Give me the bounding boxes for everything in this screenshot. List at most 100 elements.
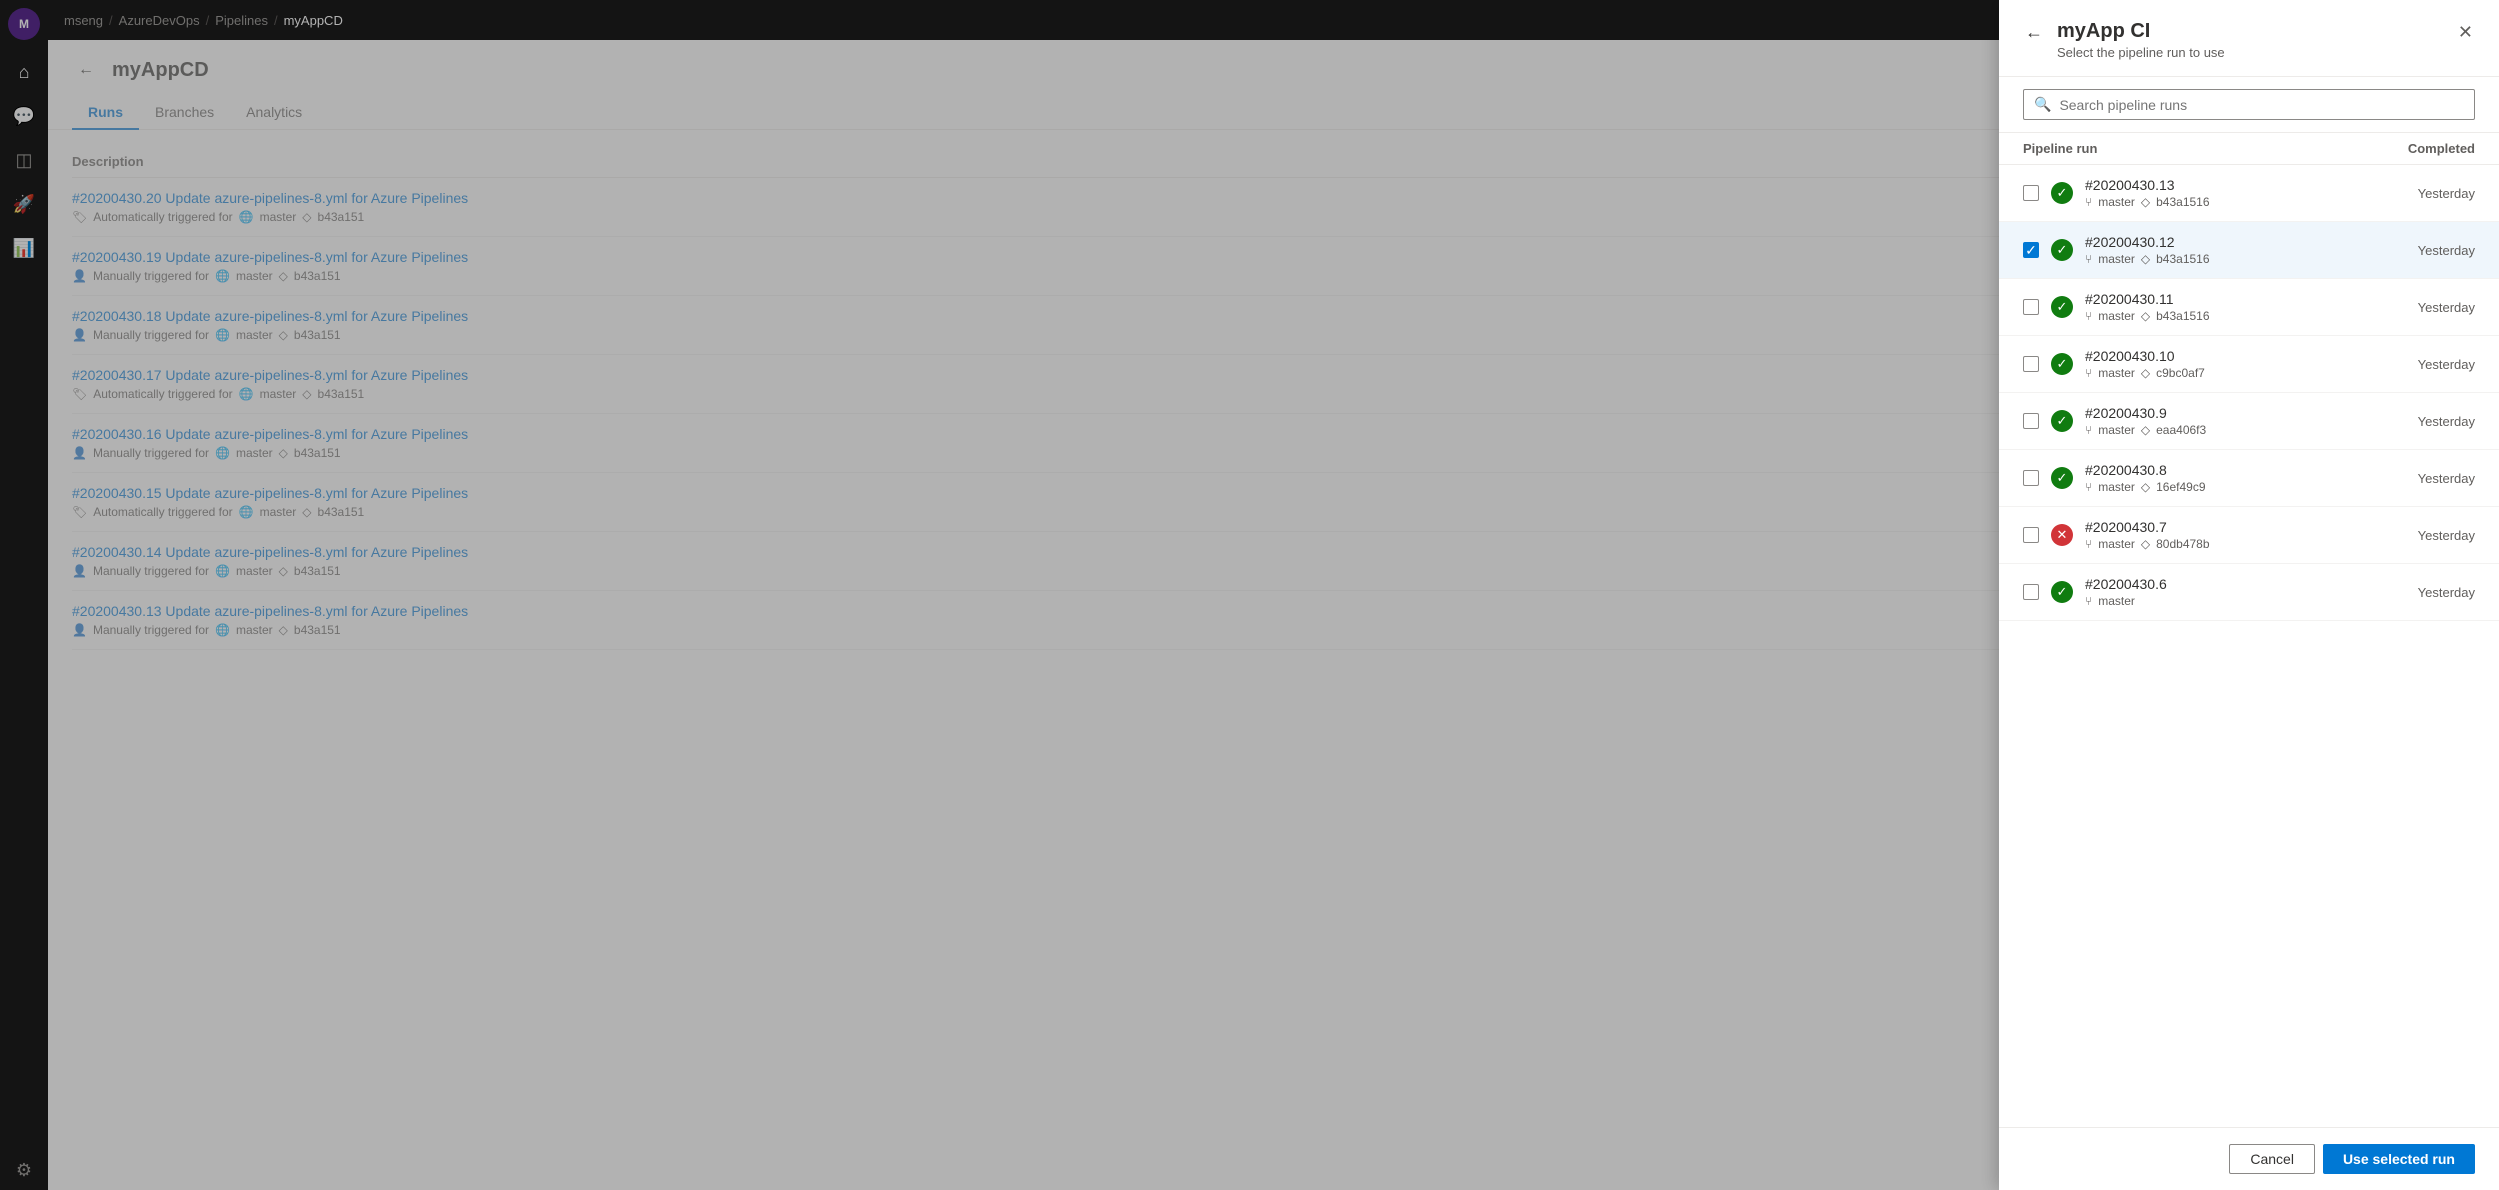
- modal-subtitle: Select the pipeline run to use: [2057, 45, 2456, 60]
- commit-icon: ◇: [2141, 366, 2150, 380]
- run-branch: master: [2098, 423, 2135, 437]
- branch-icon: ⑂: [2085, 366, 2092, 380]
- run-checkbox[interactable]: [2023, 527, 2039, 543]
- run-meta: ⑂ master ◇ b43a1516: [2085, 195, 2363, 209]
- run-checkbox[interactable]: [2023, 470, 2039, 486]
- run-status-success-icon: ✓: [2051, 239, 2073, 261]
- run-number: #20200430.7: [2085, 519, 2363, 535]
- run-list-item[interactable]: ✓ ✓ #20200430.12 ⑂ master ◇ b43a1516 Yes…: [1999, 222, 2499, 279]
- run-meta: ⑂ master ◇ c9bc0af7: [2085, 366, 2363, 380]
- run-status-success-icon: ✓: [2051, 581, 2073, 603]
- run-branch: master: [2098, 594, 2135, 608]
- run-meta: ⑂ master ◇ 80db478b: [2085, 537, 2363, 551]
- modal-panel: ← myApp CI Select the pipeline run to us…: [1999, 40, 2499, 1190]
- run-completed: Yesterday: [2375, 471, 2475, 486]
- modal-search-container: 🔍: [1999, 77, 2499, 133]
- run-meta: ⑂ master ◇ 16ef49c9: [2085, 480, 2363, 494]
- run-status-success-icon: ✓: [2051, 182, 2073, 204]
- use-selected-run-button[interactable]: Use selected run: [2323, 1144, 2475, 1174]
- run-commit: eaa406f3: [2156, 423, 2206, 437]
- run-list-item[interactable]: ✓ #20200430.9 ⑂ master ◇ eaa406f3 Yester…: [1999, 393, 2499, 450]
- content-area: ← myAppCD Runs Branches Analytics Descri…: [48, 40, 2499, 1190]
- commit-icon: ◇: [2141, 423, 2150, 437]
- run-number: #20200430.12: [2085, 234, 2363, 250]
- run-number: #20200430.10: [2085, 348, 2363, 364]
- run-info: #20200430.7 ⑂ master ◇ 80db478b: [2085, 519, 2363, 551]
- run-commit: b43a1516: [2156, 309, 2209, 323]
- branch-icon: ⑂: [2085, 423, 2092, 437]
- run-list-item[interactable]: ✓ #20200430.8 ⑂ master ◇ 16ef49c9 Yester…: [1999, 450, 2499, 507]
- run-info: #20200430.9 ⑂ master ◇ eaa406f3: [2085, 405, 2363, 437]
- run-info: #20200430.6 ⑂ master: [2085, 576, 2363, 608]
- run-completed: Yesterday: [2375, 357, 2475, 372]
- commit-icon: ◇: [2141, 195, 2150, 209]
- run-list-item[interactable]: ✕ #20200430.7 ⑂ master ◇ 80db478b Yester…: [1999, 507, 2499, 564]
- run-checkbox[interactable]: [2023, 356, 2039, 372]
- run-list-item[interactable]: ✓ #20200430.10 ⑂ master ◇ c9bc0af7 Yeste…: [1999, 336, 2499, 393]
- run-number: #20200430.13: [2085, 177, 2363, 193]
- run-checkbox[interactable]: [2023, 413, 2039, 429]
- modal-list-header: Pipeline run Completed: [1999, 133, 2499, 165]
- run-number: #20200430.8: [2085, 462, 2363, 478]
- run-list-item[interactable]: ✓ #20200430.13 ⑂ master ◇ b43a1516 Yeste…: [1999, 165, 2499, 222]
- branch-icon: ⑂: [2085, 480, 2092, 494]
- commit-icon: ◇: [2141, 537, 2150, 551]
- run-completed: Yesterday: [2375, 414, 2475, 429]
- run-commit: c9bc0af7: [2156, 366, 2205, 380]
- run-branch: master: [2098, 537, 2135, 551]
- run-completed: Yesterday: [2375, 585, 2475, 600]
- search-input[interactable]: [2059, 97, 2464, 113]
- run-branch: master: [2098, 366, 2135, 380]
- run-completed: Yesterday: [2375, 300, 2475, 315]
- run-checkbox[interactable]: [2023, 185, 2039, 201]
- run-status-success-icon: ✓: [2051, 296, 2073, 318]
- main-container: mseng / AzureDevOps / Pipelines / myAppC…: [48, 0, 2499, 1190]
- cancel-button[interactable]: Cancel: [2229, 1144, 2315, 1174]
- branch-icon: ⑂: [2085, 594, 2092, 608]
- run-status-success-icon: ✓: [2051, 410, 2073, 432]
- run-completed: Yesterday: [2375, 186, 2475, 201]
- modal-overlay: ← myApp CI Select the pipeline run to us…: [48, 40, 2499, 1190]
- commit-icon: ◇: [2141, 309, 2150, 323]
- run-list-item[interactable]: ✓ #20200430.11 ⑂ master ◇ b43a1516 Yeste…: [1999, 279, 2499, 336]
- run-info: #20200430.8 ⑂ master ◇ 16ef49c9: [2085, 462, 2363, 494]
- commit-icon: ◇: [2141, 252, 2150, 266]
- run-meta: ⑂ master ◇ b43a1516: [2085, 252, 2363, 266]
- run-info: #20200430.10 ⑂ master ◇ c9bc0af7: [2085, 348, 2363, 380]
- run-branch: master: [2098, 195, 2135, 209]
- branch-icon: ⑂: [2085, 195, 2092, 209]
- run-meta: ⑂ master ◇ b43a1516: [2085, 309, 2363, 323]
- run-number: #20200430.6: [2085, 576, 2363, 592]
- run-completed: Yesterday: [2375, 528, 2475, 543]
- run-info: #20200430.13 ⑂ master ◇ b43a1516: [2085, 177, 2363, 209]
- run-status-success-icon: ✓: [2051, 353, 2073, 375]
- run-meta: ⑂ master: [2085, 594, 2363, 608]
- run-number: #20200430.9: [2085, 405, 2363, 421]
- run-branch: master: [2098, 252, 2135, 266]
- run-info: #20200430.11 ⑂ master ◇ b43a1516: [2085, 291, 2363, 323]
- run-branch: master: [2098, 480, 2135, 494]
- modal-footer: Cancel Use selected run: [1999, 1127, 2499, 1190]
- modal-back-button[interactable]: ←: [2023, 40, 2045, 45]
- modal-title: myApp CI: [2057, 40, 2456, 43]
- run-commit: b43a1516: [2156, 252, 2209, 266]
- branch-icon: ⑂: [2085, 309, 2092, 323]
- modal-title-block: myApp CI Select the pipeline run to use: [2057, 40, 2456, 60]
- modal-header: ← myApp CI Select the pipeline run to us…: [1999, 40, 2499, 77]
- run-checkbox[interactable]: ✓: [2023, 242, 2039, 258]
- run-info: #20200430.12 ⑂ master ◇ b43a1516: [2085, 234, 2363, 266]
- list-header-run: Pipeline run: [2023, 141, 2375, 156]
- search-box: 🔍: [2023, 89, 2475, 120]
- run-completed: Yesterday: [2375, 243, 2475, 258]
- run-list-item[interactable]: ✓ #20200430.6 ⑂ master Yesterday: [1999, 564, 2499, 621]
- branch-icon: ⑂: [2085, 252, 2092, 266]
- run-checkbox[interactable]: [2023, 584, 2039, 600]
- commit-icon: ◇: [2141, 480, 2150, 494]
- run-checkbox[interactable]: [2023, 299, 2039, 315]
- run-meta: ⑂ master ◇ eaa406f3: [2085, 423, 2363, 437]
- run-commit: 80db478b: [2156, 537, 2209, 551]
- branch-icon: ⑂: [2085, 537, 2092, 551]
- run-status-success-icon: ✓: [2051, 467, 2073, 489]
- modal-close-button[interactable]: ✕: [2456, 40, 2475, 45]
- run-number: #20200430.11: [2085, 291, 2363, 307]
